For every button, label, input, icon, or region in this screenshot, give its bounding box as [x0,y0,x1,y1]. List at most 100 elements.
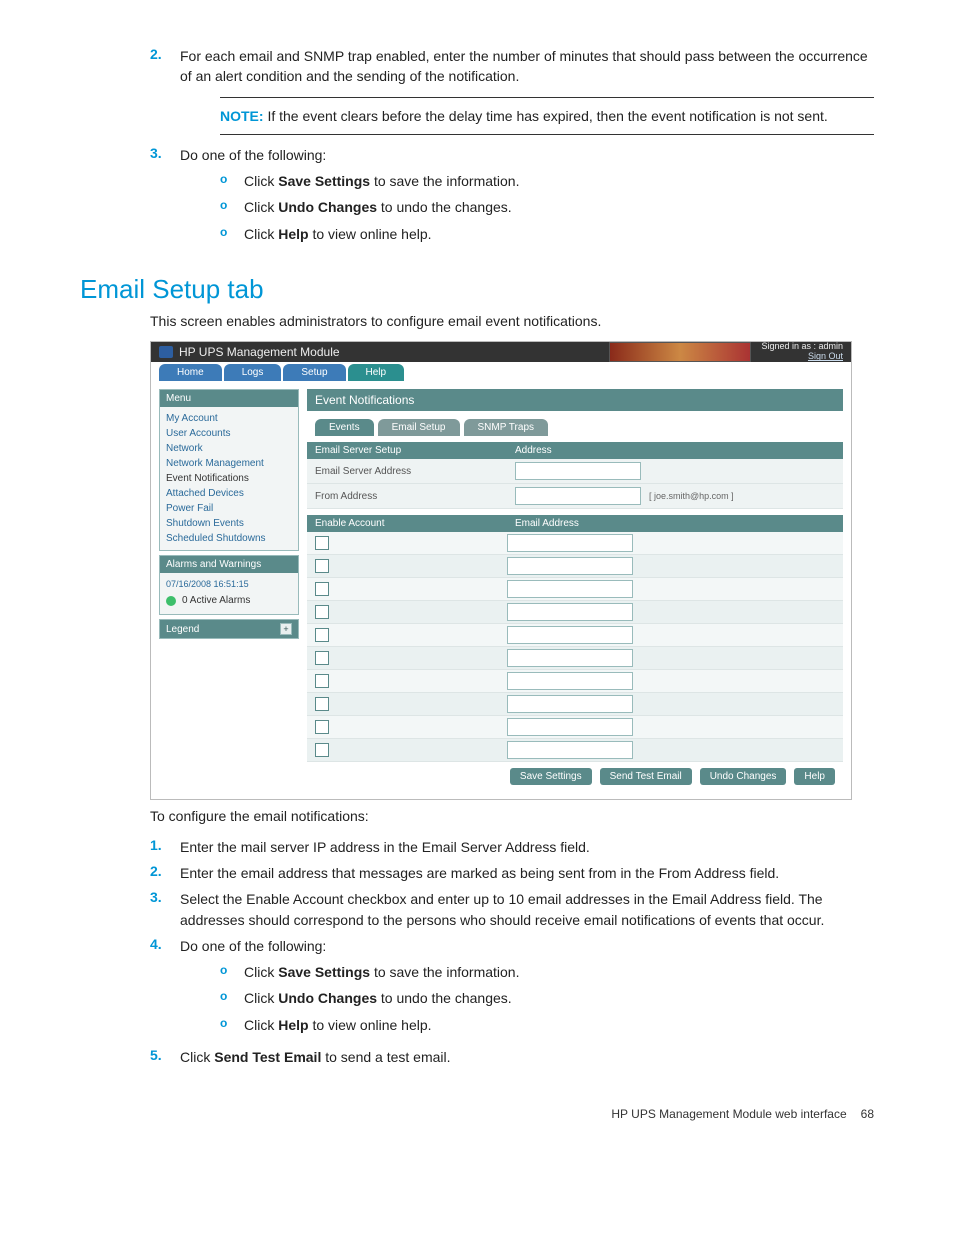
enable-checkbox[interactable] [315,605,329,619]
step-text: Enter the mail server IP address in the … [180,837,874,857]
account-row [307,555,843,578]
help-button[interactable]: Help [794,768,835,785]
sub-text: Click Help to view online help. [244,1015,874,1035]
sub-text: Click Save Settings to save the informat… [244,171,874,191]
enable-checkbox[interactable] [315,674,329,688]
menu-panel: Menu My Account User Accounts Network Ne… [159,389,299,551]
bullet: o [220,224,244,244]
step-text: Do one of the following: oClick Save Set… [180,936,874,1041]
from-address-input[interactable] [515,487,641,505]
content-header: Event Notifications [307,389,843,411]
config-step-5: 5. Click Send Test Email to send a test … [150,1047,874,1067]
alarm-status: 0 Active Alarms [166,591,292,610]
menu-shutdown-events[interactable]: Shutdown Events [166,516,292,531]
enable-checkbox[interactable] [315,697,329,711]
step-text: For each email and SNMP trap enabled, en… [180,46,874,87]
footer-page: 68 [861,1107,874,1121]
note-text: If the event clears before the delay tim… [264,108,828,124]
send-test-email-button[interactable]: Send Test Email [600,768,692,785]
server-address-row: Email Server Address [307,459,843,484]
account-row [307,578,843,601]
enable-checkbox[interactable] [315,582,329,596]
menu-network-management[interactable]: Network Management [166,456,292,471]
embedded-screenshot: HP UPS Management Module Signed in as : … [150,341,852,800]
subtab-snmp-traps[interactable]: SNMP Traps [464,419,549,436]
account-row [307,716,843,739]
enable-checkbox[interactable] [315,651,329,665]
menu-scheduled-shutdowns[interactable]: Scheduled Shutdowns [166,531,292,546]
sub-text: Click Save Settings to save the informat… [244,962,874,982]
sub-text: Click Undo Changes to undo the changes. [244,197,874,217]
section-heading: Email Setup tab [80,274,874,305]
button-row: Save Settings Send Test Email Undo Chang… [307,762,843,791]
alarm-count: 0 Active Alarms [182,595,250,606]
page-footer: HP UPS Management Module web interface 6… [80,1107,874,1121]
account-row [307,647,843,670]
email-input[interactable] [507,718,633,736]
email-address-label: Email Address [515,518,579,529]
server-address-label: Email Server Address [315,466,515,477]
enable-checkbox[interactable] [315,720,329,734]
save-settings-button[interactable]: Save Settings [510,768,592,785]
bullet: o [220,171,244,191]
main-tabs: Home Logs Setup Help [151,362,851,381]
enable-checkbox[interactable] [315,628,329,642]
email-input[interactable] [507,649,633,667]
account-row [307,601,843,624]
timestamp: 07/16/2008 16:51:15 [166,577,292,591]
configure-intro: To configure the email notifications: [150,806,874,826]
email-input[interactable] [507,695,633,713]
account-table [307,532,843,762]
subtab-events[interactable]: Events [315,419,374,436]
email-input[interactable] [507,672,633,690]
step-3: 3. Do one of the following: oClick Save … [150,145,874,250]
step-number: 2. [150,46,180,87]
section-intro: This screen enables administrators to co… [150,311,874,331]
step-2: 2. For each email and SNMP trap enabled,… [150,46,874,87]
hp-logo-icon [159,346,173,358]
tab-home[interactable]: Home [159,364,222,381]
menu-user-accounts[interactable]: User Accounts [166,426,292,441]
menu-network[interactable]: Network [166,441,292,456]
enable-checkbox[interactable] [315,743,329,757]
sub-text: Click Help to view online help. [244,224,874,244]
expand-icon[interactable]: + [280,623,292,635]
menu-power-fail[interactable]: Power Fail [166,501,292,516]
menu-attached-devices[interactable]: Attached Devices [166,486,292,501]
config-step-1: 1. Enter the mail server IP address in t… [150,837,874,857]
from-address-row: From Address [ joe.smith@hp.com ] [307,484,843,509]
ok-icon [166,596,176,606]
menu-my-account[interactable]: My Account [166,411,292,426]
email-input[interactable] [507,603,633,621]
menu-event-notifications[interactable]: Event Notifications [166,471,292,486]
address-label: Address [515,445,552,456]
undo-changes-button[interactable]: Undo Changes [700,768,787,785]
sign-out-link[interactable]: Sign Out [808,351,843,361]
email-input[interactable] [507,741,633,759]
enable-checkbox[interactable] [315,536,329,550]
note-label: NOTE: [220,108,264,124]
email-input[interactable] [507,580,633,598]
step-number: 2. [150,863,180,883]
step-number: 3. [150,145,180,250]
step-lead: Do one of the following: [180,147,326,163]
email-input[interactable] [507,534,633,552]
banner-image [609,342,751,362]
step-text: Enter the email address that messages ar… [180,863,874,883]
subtab-email-setup[interactable]: Email Setup [378,419,460,436]
subtab-row: Events Email Setup SNMP Traps [307,411,843,436]
bullet: o [220,988,244,1008]
note-box: NOTE: If the event clears before the del… [220,97,874,135]
bullet: o [220,962,244,982]
account-row [307,693,843,716]
tab-logs[interactable]: Logs [224,364,282,381]
enable-checkbox[interactable] [315,559,329,573]
server-setup-bar: Email Server Setup Address [307,442,843,459]
account-row [307,739,843,762]
server-address-input[interactable] [515,462,641,480]
email-input[interactable] [507,557,633,575]
server-setup-label: Email Server Setup [315,445,515,456]
tab-setup[interactable]: Setup [283,364,345,381]
tab-help[interactable]: Help [348,364,405,381]
email-input[interactable] [507,626,633,644]
